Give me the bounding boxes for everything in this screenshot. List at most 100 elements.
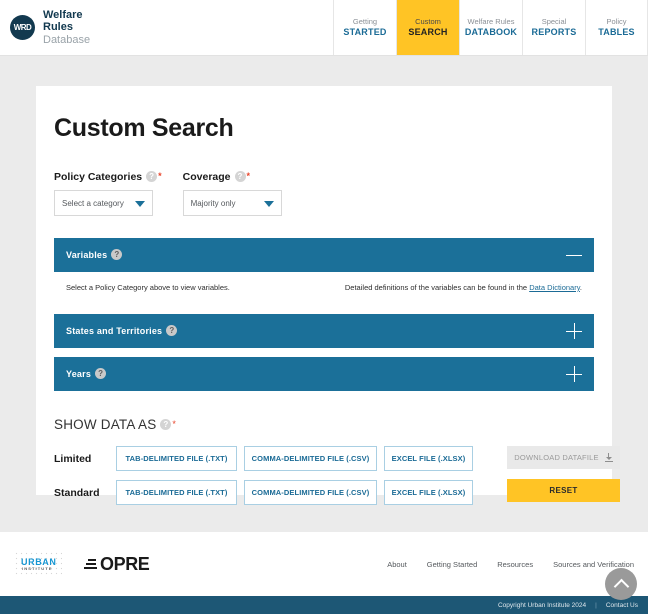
variables-empty-message: Select a Policy Category above to view v… bbox=[66, 283, 230, 292]
nav-item-bottom-label: STARTED bbox=[343, 26, 387, 37]
policy-categories-field: Policy Categories? * Select a category bbox=[54, 170, 162, 216]
nav-item-policy-tables[interactable]: Policy TABLES bbox=[585, 0, 648, 55]
chevron-down-icon bbox=[135, 201, 145, 207]
nav-item-bottom-label: DATABOOK bbox=[464, 26, 518, 37]
nav-item-bottom-label: TABLES bbox=[598, 26, 635, 37]
page-title: Custom Search bbox=[54, 114, 234, 142]
nav-item-bottom-label: REPORTS bbox=[531, 26, 577, 37]
footer-main: URBAN INSTITUTE OPRE About Getting Start… bbox=[0, 532, 648, 596]
contact-us-link[interactable]: Contact Us bbox=[606, 602, 638, 609]
standard-excel-button[interactable]: EXCEL FILE (.XLSX) bbox=[384, 480, 473, 505]
show-data-as-heading: SHOW DATA AS? * bbox=[54, 417, 594, 432]
required-asterisk: * bbox=[158, 171, 162, 182]
variables-panel: Select a Policy Category above to view v… bbox=[54, 272, 594, 305]
limited-tab-delimited-button[interactable]: TAB-DELIMITED FILE (.TXT) bbox=[116, 446, 237, 471]
chevron-up-icon bbox=[613, 578, 629, 594]
copyright-separator: | bbox=[595, 601, 597, 609]
filters-row: Policy Categories? * Select a category Co… bbox=[54, 170, 594, 216]
data-dictionary-link[interactable]: Data Dictionary bbox=[529, 283, 580, 292]
help-icon[interactable]: ? bbox=[95, 367, 107, 379]
accordion-group: Variables ? Select a Policy Category abo… bbox=[54, 238, 594, 391]
nav-item-bottom-label: SEARCH bbox=[408, 26, 448, 37]
coverage-select[interactable]: Majority only bbox=[182, 190, 282, 216]
standard-comma-delimited-button[interactable]: COMMA-DELIMITED FILE (.CSV) bbox=[244, 480, 377, 505]
plus-icon[interactable] bbox=[566, 323, 582, 339]
nav-item-top-label: Policy bbox=[606, 17, 627, 27]
site-footer: URBAN INSTITUTE OPRE About Getting Start… bbox=[0, 532, 648, 614]
download-datafile-label: DOWNLOAD DATAFILE bbox=[514, 453, 599, 462]
coverage-field: Coverage? * Majority only bbox=[182, 170, 282, 216]
format-rows: Limited TAB-DELIMITED FILE (.TXT) COMMA-… bbox=[54, 444, 480, 512]
help-icon[interactable]: ? bbox=[160, 418, 172, 430]
nav-item-getting-started[interactable]: Getting STARTED bbox=[333, 0, 396, 55]
reset-button[interactable]: RESET bbox=[507, 479, 620, 502]
brand-line-3: Database bbox=[43, 33, 91, 46]
format-row-standard: Standard TAB-DELIMITED FILE (.TXT) COMMA… bbox=[54, 478, 480, 507]
scroll-to-top-button[interactable] bbox=[605, 568, 637, 600]
coverage-label-text: Coverage bbox=[182, 171, 231, 183]
nav-item-top-label: Special bbox=[541, 17, 567, 27]
help-icon[interactable]: ? bbox=[111, 248, 123, 260]
format-row-limited: Limited TAB-DELIMITED FILE (.TXT) COMMA-… bbox=[54, 444, 480, 473]
definitions-note-text: Detailed definitions of the variables ca… bbox=[344, 283, 530, 292]
opre-logo-text: OPRE bbox=[100, 553, 150, 574]
limited-excel-button[interactable]: EXCEL FILE (.XLSX) bbox=[384, 446, 473, 471]
help-icon[interactable]: ? bbox=[146, 170, 158, 182]
nav-item-custom-search[interactable]: Custom SEARCH bbox=[396, 0, 459, 55]
nav-item-special-reports[interactable]: Special REPORTS bbox=[522, 0, 585, 55]
accordion-title: States and Territories bbox=[66, 326, 163, 336]
row-label-limited: Limited bbox=[54, 452, 92, 465]
help-icon[interactable]: ? bbox=[166, 324, 178, 336]
footer-link-about[interactable]: About bbox=[387, 560, 407, 569]
policy-categories-select[interactable]: Select a category bbox=[54, 190, 153, 216]
plus-icon[interactable] bbox=[566, 366, 582, 382]
required-asterisk: * bbox=[246, 171, 251, 182]
chevron-down-icon bbox=[263, 201, 274, 207]
footer-logos: URBAN INSTITUTE OPRE bbox=[14, 551, 150, 577]
wrd-logo-text: WRD bbox=[13, 22, 32, 32]
action-buttons: DOWNLOAD DATAFILE RESET bbox=[507, 444, 620, 502]
accordion-title: Variables bbox=[66, 250, 108, 260]
nav-item-top-label: Custom bbox=[415, 17, 441, 27]
definitions-note-period: . bbox=[579, 283, 582, 292]
policy-categories-label: Policy Categories? * bbox=[54, 170, 162, 183]
standard-tab-delimited-button[interactable]: TAB-DELIMITED FILE (.TXT) bbox=[116, 480, 237, 505]
accordion-header-years[interactable]: Years ? bbox=[54, 357, 594, 391]
nav-item-top-label: Getting bbox=[352, 17, 378, 27]
accordion-title: Years bbox=[66, 369, 92, 379]
brand-wordmark: Welfare Rules Database bbox=[43, 9, 90, 46]
nav-item-welfare-rules-databook[interactable]: Welfare Rules DATABOOK bbox=[459, 0, 522, 55]
opre-bars-icon bbox=[84, 558, 97, 570]
urban-institute-logo[interactable]: URBAN INSTITUTE bbox=[14, 551, 62, 577]
coverage-label: Coverage? * bbox=[182, 170, 282, 183]
footer-link-getting-started[interactable]: Getting Started bbox=[427, 560, 477, 569]
row-label-standard: Standard bbox=[54, 486, 100, 499]
urban-logo-bottom: INSTITUTE bbox=[22, 566, 53, 571]
copyright-bar: Copyright Urban Institute 2024 | Contact… bbox=[0, 596, 648, 614]
accordion-header-variables[interactable]: Variables ? bbox=[54, 238, 594, 272]
footer-link-resources[interactable]: Resources bbox=[497, 560, 533, 569]
show-data-as-heading-text: SHOW DATA AS bbox=[54, 417, 157, 432]
main-navigation: Getting STARTED Custom SEARCH Welfare Ru… bbox=[333, 0, 648, 55]
custom-search-card: Custom Search Policy Categories? * Select… bbox=[36, 86, 620, 505]
accordion-header-states-and-territories[interactable]: States and Territories ? bbox=[54, 314, 594, 348]
show-data-as-grid: Limited TAB-DELIMITED FILE (.TXT) COMMA-… bbox=[54, 444, 620, 512]
brand-line-1: Welfare bbox=[43, 9, 83, 22]
limited-comma-delimited-button[interactable]: COMMA-DELIMITED FILE (.CSV) bbox=[244, 446, 377, 471]
required-asterisk: * bbox=[172, 419, 177, 430]
download-datafile-button[interactable]: DOWNLOAD DATAFILE bbox=[507, 446, 620, 469]
opre-logo[interactable]: OPRE bbox=[84, 553, 150, 575]
copyright-text: Copyright Urban Institute 2024 bbox=[497, 601, 587, 609]
variables-definitions-note: Detailed definitions of the variables ca… bbox=[345, 283, 582, 292]
nav-item-top-label: Welfare Rules bbox=[467, 17, 515, 27]
policy-categories-value: Select a category bbox=[62, 198, 124, 208]
site-header: WRD Welfare Rules Database Getting START… bbox=[0, 0, 648, 56]
minus-icon[interactable] bbox=[566, 247, 582, 263]
policy-categories-label-text: Policy Categories bbox=[54, 171, 143, 183]
coverage-value: Majority only bbox=[190, 198, 236, 208]
brand-logo[interactable]: WRD Welfare Rules Database bbox=[0, 0, 90, 55]
wrd-logo-icon: WRD bbox=[10, 15, 35, 40]
help-icon[interactable]: ? bbox=[234, 170, 246, 182]
brand-line-2: Rules bbox=[43, 21, 73, 34]
footer-links: About Getting Started Resources Sources … bbox=[387, 560, 634, 569]
